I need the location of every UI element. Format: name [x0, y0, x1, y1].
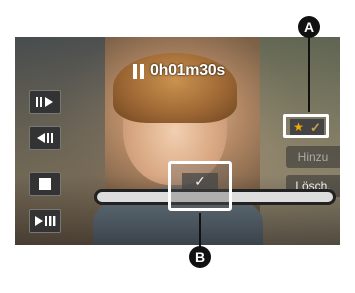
- frame-reverse-icon: [37, 133, 53, 143]
- play-pause-button[interactable]: [29, 209, 61, 233]
- play-pause-icon: [35, 216, 56, 226]
- step-forward-button[interactable]: [29, 90, 61, 114]
- callout-b: B: [189, 246, 211, 268]
- add-button[interactable]: Hinzu: [286, 146, 340, 168]
- playback-timecode: 0h01m30s: [133, 62, 225, 80]
- stop-button[interactable]: [29, 172, 61, 196]
- step-back-button[interactable]: [29, 126, 61, 150]
- stop-icon: [39, 178, 51, 190]
- pause-indicator-icon: [133, 63, 144, 79]
- timeline-marker-box[interactable]: ✓: [168, 161, 232, 211]
- callout-a-line: [308, 38, 310, 112]
- check-icon: ✓: [194, 173, 206, 189]
- frame-advance-icon: [36, 97, 53, 107]
- callout-a: A: [298, 16, 320, 38]
- callout-b-line: [199, 213, 201, 249]
- time-text: 0h01m30s: [150, 62, 225, 79]
- favorite-highlight-box: [283, 114, 329, 138]
- timeline-check-tag: ✓: [182, 173, 218, 189]
